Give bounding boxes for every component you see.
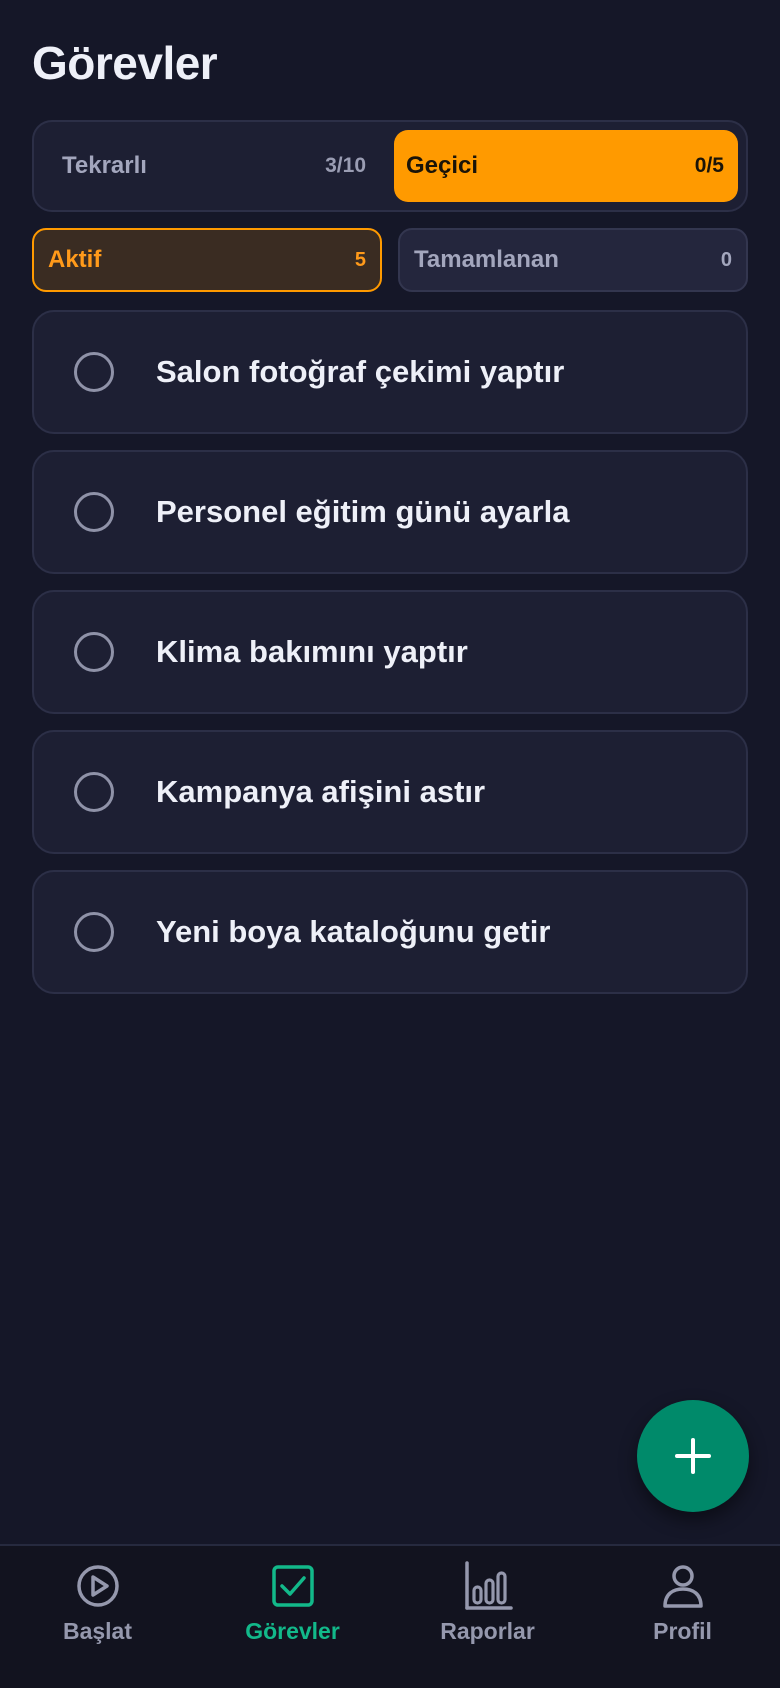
- filter-count: 0: [720, 248, 732, 271]
- nav-label: Profil: [653, 1618, 712, 1644]
- task-title: Klima bakımını yaptır: [156, 634, 468, 669]
- filter-completed[interactable]: Tamamlanan 0: [398, 228, 748, 292]
- segment-label: Tekrarlı: [62, 152, 147, 179]
- task-title: Yeni boya kataloğunu getir: [156, 914, 551, 949]
- task-title: Kampanya afişini astır: [156, 774, 486, 809]
- filter-label: Aktif: [48, 246, 102, 273]
- task-item[interactable]: Salon fotoğraf çekimi yaptır: [32, 310, 748, 434]
- nav-label: Görevler: [245, 1618, 340, 1644]
- segment-count: 0/5: [694, 154, 724, 177]
- add-task-button[interactable]: [637, 1400, 749, 1512]
- checkbox-icon: [271, 1565, 314, 1607]
- nav-label: Raporlar: [440, 1618, 535, 1644]
- segment-temporary[interactable]: Geçici 0/5: [394, 130, 738, 202]
- task-title: Personel eğitim günü ayarla: [156, 494, 570, 529]
- segment-label: Geçici: [406, 152, 479, 179]
- task-checkbox[interactable]: [74, 772, 114, 812]
- page-title: Görevler: [32, 37, 218, 89]
- bar-chart-icon: [464, 1561, 513, 1610]
- nav-item-tasks[interactable]: Görevler: [195, 1560, 390, 1670]
- play-circle-icon: [76, 1565, 119, 1607]
- task-checkbox[interactable]: [74, 492, 114, 532]
- task-item[interactable]: Kampanya afişini astır: [32, 730, 748, 854]
- task-title: Salon fotoğraf çekimi yaptır: [156, 354, 565, 389]
- segment-count: 3/10: [325, 154, 366, 177]
- filter-active[interactable]: Aktif 5: [32, 228, 382, 292]
- task-checkbox[interactable]: [74, 632, 114, 672]
- user-icon: [662, 1565, 703, 1608]
- task-item[interactable]: Personel eğitim günü ayarla: [32, 450, 748, 574]
- filter-count: 5: [354, 248, 366, 271]
- task-checkbox[interactable]: [74, 352, 114, 392]
- task-item[interactable]: Yeni boya kataloğunu getir: [32, 870, 748, 994]
- nav-item-start[interactable]: Başlat: [0, 1560, 195, 1670]
- tasks-screen: Görevler Tekrarlı 3/10 Geçici 0/5 Aktif …: [0, 0, 780, 1688]
- task-item[interactable]: Klima bakımını yaptır: [32, 590, 748, 714]
- nav-item-profile[interactable]: Profil: [585, 1560, 780, 1670]
- task-checkbox[interactable]: [74, 912, 114, 952]
- nav-label: Başlat: [62, 1618, 133, 1644]
- filter-label: Tamamlanan: [414, 246, 559, 273]
- nav-item-reports[interactable]: Raporlar: [390, 1560, 585, 1670]
- bottom-navigation: Başlat Görevler Raporlar Profil: [0, 1544, 780, 1688]
- segment-recurring[interactable]: Tekrarlı 3/10: [42, 130, 380, 202]
- plus-icon: [675, 1438, 711, 1474]
- task-type-segmented-control: Tekrarlı 3/10 Geçici 0/5: [32, 120, 748, 212]
